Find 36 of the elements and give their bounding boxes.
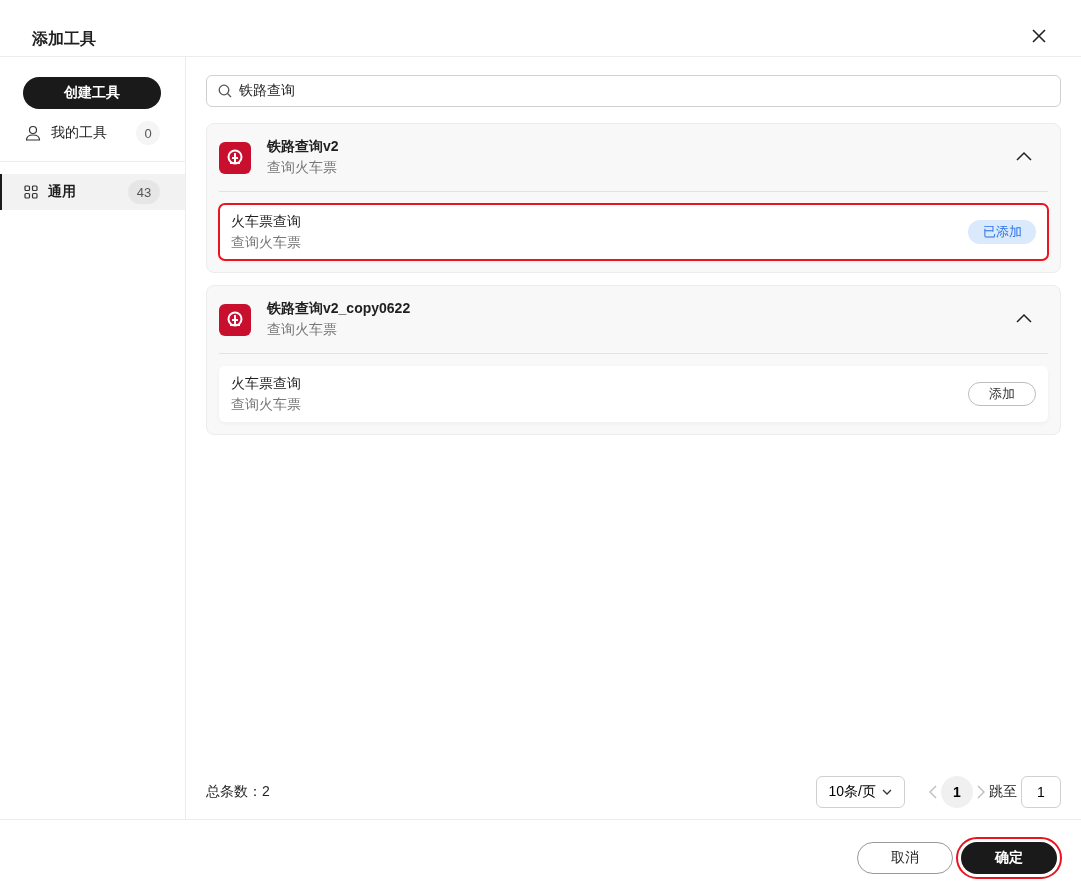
search-icon bbox=[218, 84, 232, 98]
chevron-left-icon bbox=[929, 785, 937, 799]
chevron-down-icon bbox=[882, 789, 892, 795]
railway-logo-icon bbox=[219, 303, 251, 336]
user-icon bbox=[25, 125, 41, 141]
page-size-select[interactable]: 10条/页 bbox=[815, 776, 905, 808]
tool-description: 查询火车票 bbox=[231, 233, 302, 252]
count-badge: 0 bbox=[136, 121, 160, 145]
tool-name: 火车票查询 bbox=[231, 374, 302, 393]
count-badge: 43 bbox=[128, 180, 160, 204]
cancel-button[interactable]: 取消 bbox=[857, 841, 953, 874]
add-button[interactable]: 已添加 bbox=[968, 220, 1036, 244]
sidebar-item-label: 我的工具 bbox=[51, 124, 108, 142]
grid-icon bbox=[24, 185, 38, 199]
plugin-description: 查询火车票 bbox=[267, 321, 338, 339]
railway-logo-icon bbox=[219, 141, 251, 174]
create-tool-button[interactable]: 创建工具 bbox=[23, 77, 161, 109]
sidebar-item[interactable]: 通用 43 bbox=[0, 174, 185, 210]
chevron-icon bbox=[1016, 312, 1032, 323]
total-count: 总条数：2 bbox=[206, 783, 271, 801]
chevron-icon bbox=[1016, 150, 1032, 161]
jump-label: 跳至 bbox=[989, 783, 1017, 801]
sidebar-item[interactable]: 我的工具 0 bbox=[23, 115, 160, 151]
search-field[interactable]: 铁路查询 bbox=[206, 75, 1061, 107]
jump-field[interactable]: 1 bbox=[1021, 776, 1061, 808]
page-button[interactable]: 1 bbox=[941, 776, 973, 808]
plugin-description: 查询火车票 bbox=[267, 159, 338, 177]
tool-description: 查询火车票 bbox=[231, 395, 302, 414]
add-button[interactable]: 添加 bbox=[968, 382, 1036, 406]
plugin-name: 铁路查询v2_copy0622 bbox=[267, 300, 412, 318]
plugin-name: 铁路查询v2 bbox=[267, 138, 340, 156]
close-icon bbox=[1032, 29, 1046, 43]
tool-name: 火车票查询 bbox=[231, 212, 302, 231]
sidebar-item-label: 通用 bbox=[48, 183, 77, 201]
dialog-title: 添加工具 bbox=[32, 29, 96, 49]
chevron-right-icon bbox=[977, 785, 985, 799]
